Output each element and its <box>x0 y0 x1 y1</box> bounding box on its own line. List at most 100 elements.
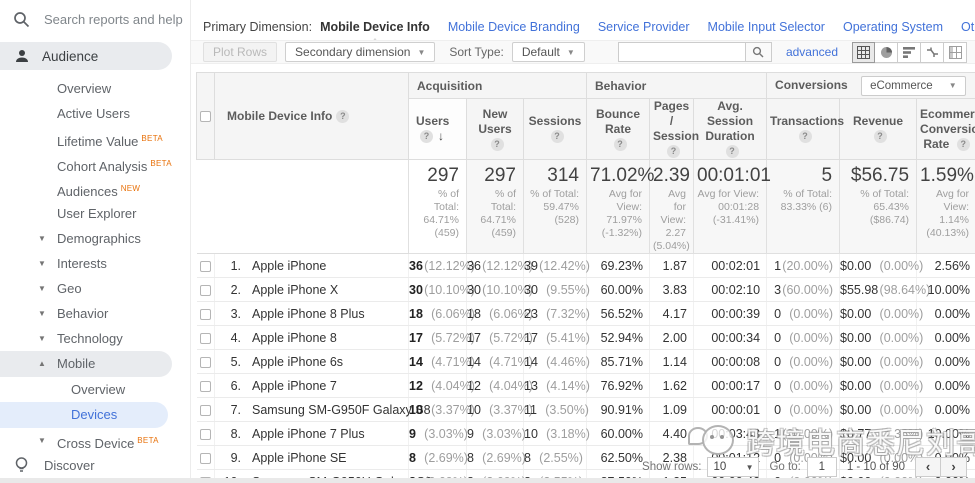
row-checkbox[interactable] <box>199 404 211 416</box>
dimension-link-operating-system[interactable]: Operating System <box>843 20 943 34</box>
row-checkbox[interactable] <box>199 428 211 440</box>
device-cell[interactable]: 5. Apple iPhone 6s <box>214 349 409 374</box>
percentage-view-icon[interactable] <box>875 41 898 63</box>
chevron-down-icon[interactable]: ▼ <box>38 251 46 276</box>
question-icon[interactable]: ? <box>613 137 627 151</box>
sidebar-item-demographics[interactable]: ▼ Demographics <box>0 226 190 251</box>
column-header-avg-session-duration[interactable]: Avg. Session Duration ? <box>692 98 768 160</box>
chevron-down-icon: ▼ <box>745 462 754 472</box>
revenue-cell: $0.77 (1.36%) <box>839 421 923 446</box>
device-cell[interactable]: 1. Apple iPhone <box>214 253 409 278</box>
device-cell[interactable]: 6. Apple iPhone 7 <box>214 373 409 398</box>
sidebar-item-lifetime-value[interactable]: Lifetime Value BETA <box>0 126 190 151</box>
device-cell[interactable]: 2. Apple iPhone X <box>214 277 409 302</box>
sidebar-item-label: User Explorer <box>57 206 137 221</box>
sidebar-item-audiences[interactable]: Audiences NEW <box>0 176 190 201</box>
report-table: Mobile Device Info? Acquisition Behavior… <box>196 72 975 483</box>
question-icon[interactable]: ? <box>725 145 739 159</box>
column-header-pages-session[interactable]: Pages / Session? <box>649 98 699 160</box>
new-users-cell: 36(12.12%) <box>466 253 533 278</box>
question-icon[interactable]: ? <box>956 137 970 151</box>
sidebar-item-cohort-analysis[interactable]: Cohort Analysis BETA <box>0 151 190 176</box>
column-header-users[interactable]: Users? ↓ <box>408 98 467 160</box>
prev-page-button[interactable]: ‹ <box>915 457 941 477</box>
dimension-link-service-provider[interactable]: Service Provider <box>598 20 690 34</box>
column-header-sessions[interactable]: Sessions? <box>523 98 587 160</box>
device-cell[interactable]: 7. Samsung SM-G950F Galaxy S8 <box>214 397 431 422</box>
sidebar-item-geo[interactable]: ▼ Geo <box>0 276 190 301</box>
column-header-transactions[interactable]: Transactions? <box>766 98 844 160</box>
sidebar-item-user-explorer[interactable]: User Explorer <box>0 201 190 226</box>
device-cell[interactable]: 8. Apple iPhone 7 Plus <box>214 421 409 446</box>
select-all-checkbox[interactable] <box>200 111 211 123</box>
chevron-down-icon[interactable]: ▼ <box>38 301 46 326</box>
row-checkbox[interactable] <box>199 332 211 344</box>
row-checkbox[interactable] <box>199 356 211 368</box>
device-column-header[interactable]: Mobile Device Info? <box>214 72 409 160</box>
question-icon[interactable]: ? <box>490 137 504 151</box>
row-rank: 9. <box>230 450 241 465</box>
chevron-down-icon[interactable]: ▼ <box>38 276 46 301</box>
summary-cell-ecommerce-conversion-rate: 1.59% Avg for View: 1.14% (40.13%) <box>916 159 975 254</box>
table-search-input[interactable] <box>617 42 746 62</box>
sidebar-item-cross-device[interactable]: ▼ Cross Device BETA <box>0 428 190 453</box>
conversions-goal-dropdown[interactable]: eCommerce ▼ <box>861 75 966 96</box>
sidebar-item-technology[interactable]: ▼ Technology <box>0 326 190 351</box>
plot-rows-button[interactable]: Plot Rows <box>203 42 278 62</box>
sidebar-item-overview[interactable]: Overview <box>0 76 190 101</box>
chevron-down-icon[interactable]: ▼ <box>38 226 46 251</box>
sidebar-search[interactable]: Search reports and help <box>0 0 190 37</box>
performance-view-icon[interactable] <box>898 41 921 63</box>
question-icon[interactable]: ? <box>798 130 812 144</box>
question-icon[interactable]: ? <box>873 130 887 144</box>
column-header-new-users[interactable]: New Users? <box>466 98 524 160</box>
device-cell[interactable]: 9. Apple iPhone SE <box>214 445 409 470</box>
row-checkbox[interactable] <box>199 380 211 392</box>
sort-type-dropdown[interactable]: Default ▼ <box>511 42 585 62</box>
users-cell: 10 (3.37%) <box>408 397 475 422</box>
table-search-button[interactable] <box>745 42 772 62</box>
sidebar-item-audience[interactable]: Audience <box>0 42 172 70</box>
chevron-down-icon[interactable]: ▼ <box>38 428 46 453</box>
sidebar-item-devices[interactable]: Devices <box>0 402 168 428</box>
device-cell[interactable]: 4. Apple iPhone 8 <box>214 325 409 350</box>
comparison-view-icon[interactable] <box>921 41 944 63</box>
new-users-cell: 30(10.10%) <box>466 277 533 302</box>
column-header-revenue[interactable]: Revenue ? <box>839 98 918 160</box>
goto-page-input[interactable] <box>806 457 837 477</box>
dimension-tab-selected[interactable]: Mobile Device Info <box>320 20 430 43</box>
question-icon[interactable]: ? <box>667 145 680 159</box>
bounce-rate-cell: 56.52% <box>586 301 650 326</box>
sidebar-item-discover[interactable]: Discover <box>0 456 95 474</box>
conversion-rate-cell: 10.00% <box>916 421 975 446</box>
table-view-icon[interactable] <box>852 41 875 63</box>
column-header-bounce-rate[interactable]: Bounce Rate? <box>586 98 650 160</box>
next-page-button[interactable]: › <box>941 457 967 477</box>
question-icon[interactable]: ? <box>420 130 433 144</box>
row-checkbox[interactable] <box>199 308 211 320</box>
dimension-other-dropdown[interactable]: Other ▼ <box>961 20 975 34</box>
device-cell[interactable]: 3. Apple iPhone 8 Plus <box>214 301 409 326</box>
pivot-view-icon[interactable] <box>944 41 967 63</box>
sidebar-item-overview[interactable]: Overview <box>0 377 190 402</box>
dimension-link-mobile-device-branding[interactable]: Mobile Device Branding <box>448 20 580 34</box>
row-checkbox[interactable] <box>199 452 211 464</box>
sidebar-item-active-users[interactable]: Active Users <box>0 101 190 126</box>
chevron-up-icon[interactable]: ▲ <box>38 351 46 377</box>
chevron-down-icon[interactable]: ▼ <box>38 326 46 351</box>
question-icon[interactable]: ? <box>550 130 564 144</box>
users-cell: 14 (4.71%) <box>408 349 475 374</box>
row-checkbox[interactable] <box>199 260 211 272</box>
advanced-search-link[interactable]: advanced <box>786 45 838 59</box>
show-rows-dropdown[interactable]: 10 ▼ <box>707 457 760 477</box>
row-checkbox[interactable] <box>199 284 211 296</box>
avg-session-duration-cell: 00:03:43 <box>693 421 768 446</box>
column-header-ecommerce-conversion-rate[interactable]: Ecommerce Conversion Rate ? <box>916 98 975 160</box>
dimension-link-mobile-input-selector[interactable]: Mobile Input Selector <box>708 20 825 34</box>
sidebar-item-interests[interactable]: ▼ Interests <box>0 251 190 276</box>
sidebar-item-behavior[interactable]: ▼ Behavior <box>0 301 190 326</box>
sort-desc-icon[interactable]: ↓ <box>438 129 444 143</box>
secondary-dimension-button[interactable]: Secondary dimension ▼ <box>285 42 436 62</box>
question-icon[interactable]: ? <box>336 110 350 124</box>
sidebar-item-mobile[interactable]: ▲ Mobile <box>0 351 172 377</box>
